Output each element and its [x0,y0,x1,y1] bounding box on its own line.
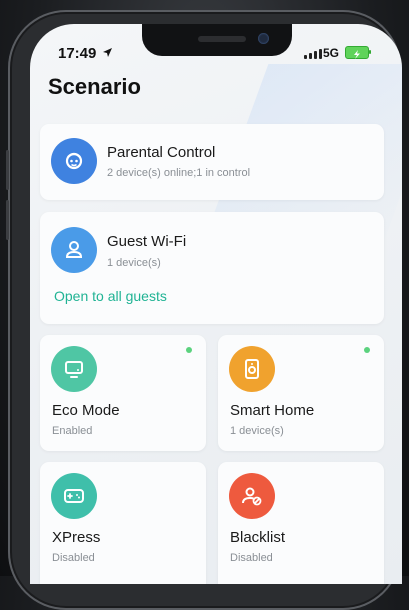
battery-icon [345,46,369,59]
notch [142,24,292,56]
eco-mode-title: Eco Mode [52,402,120,419]
smart-device-icon [229,346,275,392]
blacklist-status: Disabled [230,552,273,564]
signal-icon [304,48,322,59]
online-dot [364,347,370,353]
xpress-title: XPress [52,529,101,546]
guest-wifi-card[interactable]: Guest Wi-Fi 1 device(s) Open to all gues… [40,212,384,324]
front-camera [258,33,269,44]
xpress-status: Disabled [52,552,95,564]
network-type: 5G [323,46,340,60]
eco-mode-tile[interactable]: Eco Mode Enabled [40,335,206,451]
smart-home-title: Smart Home [230,402,315,419]
guest-wifi-title: Guest Wi-Fi [107,233,187,250]
blacklist-title: Blacklist [230,529,286,546]
page-title: Scenario [48,74,141,99]
monitor-icon [51,346,97,392]
app-screen: 17:49 5G Scenario Parental Control 2 dev… [30,24,402,584]
guest-wifi-devices: 1 device(s) [107,257,161,269]
volume-button [6,150,9,190]
eco-mode-status: Enabled [52,425,93,437]
volume-button [6,200,9,240]
smart-home-devices: 1 device(s) [230,425,284,437]
gamepad-icon [51,473,97,519]
parental-control-title: Parental Control [107,144,216,161]
child-face-icon [51,138,97,184]
speaker [198,36,246,42]
status-time: 17:49 [58,45,97,62]
xpress-tile[interactable]: XPress Disabled [40,462,206,584]
blacklist-tile[interactable]: Blacklist Disabled [218,462,384,584]
person-icon [51,227,97,273]
battery-tip [369,50,371,54]
open-to-all-guests-link[interactable]: Open to all guests [54,288,167,304]
location-arrow-icon [103,48,112,57]
blocked-user-icon [229,473,275,519]
parental-control-card[interactable]: Parental Control 2 device(s) online;1 in… [40,124,384,200]
online-dot [186,347,192,353]
parental-control-status: 2 device(s) online;1 in control [107,167,251,179]
smart-home-tile[interactable]: Smart Home 1 device(s) [218,335,384,451]
